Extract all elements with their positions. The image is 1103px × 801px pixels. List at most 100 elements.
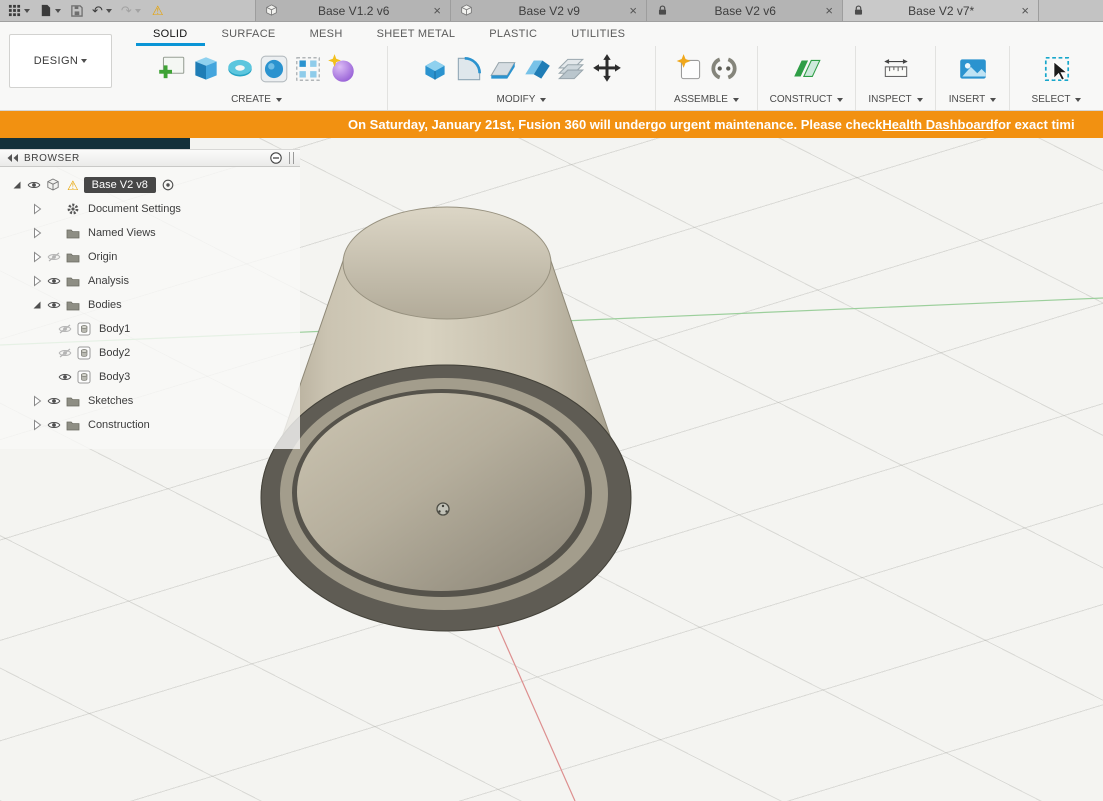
visibility-eye-icon[interactable] xyxy=(27,180,46,190)
insert-image-icon[interactable] xyxy=(957,53,989,85)
create-sketch-icon[interactable] xyxy=(156,53,188,85)
tab-solid[interactable]: SOLID xyxy=(136,22,205,46)
construction-plane-icon[interactable] xyxy=(791,53,823,85)
save-button[interactable] xyxy=(70,4,83,17)
component-cube-icon xyxy=(460,4,473,17)
close-icon[interactable]: × xyxy=(825,4,833,17)
visibility-eye-icon[interactable] xyxy=(58,372,77,382)
group-label-inspect[interactable]: INSPECT xyxy=(856,91,935,108)
split-body-icon[interactable] xyxy=(555,53,587,85)
expand-arrow-icon[interactable] xyxy=(30,250,47,264)
browser-item-label: Bodies xyxy=(88,299,122,311)
select-tool-icon[interactable] xyxy=(1041,53,1073,85)
expand-arrow-icon[interactable] xyxy=(30,298,47,312)
visibility-eye-icon[interactable] xyxy=(47,276,66,286)
browser-root-row[interactable]: ⚠ Base V2 v8 xyxy=(0,173,300,197)
sphere-primitive-icon[interactable] xyxy=(258,53,290,85)
close-icon[interactable]: × xyxy=(433,4,441,17)
browser-item-analysis[interactable]: Analysis xyxy=(0,269,300,293)
box-primitive-icon[interactable] xyxy=(190,53,222,85)
tab-mesh[interactable]: MESH xyxy=(293,22,360,46)
browser-item-bodies[interactable]: Bodies xyxy=(0,293,300,317)
tab-surface[interactable]: SURFACE xyxy=(205,22,293,46)
cylinder-back-cap[interactable] xyxy=(342,206,552,320)
panel-shadow-strip xyxy=(0,138,190,149)
visibility-eye-icon[interactable] xyxy=(47,396,66,406)
browser-item-sketches[interactable]: Sketches xyxy=(0,389,300,413)
group-label-modify[interactable]: MODIFY xyxy=(388,91,655,108)
chevron-down-icon xyxy=(837,97,844,102)
combine-icon[interactable] xyxy=(521,53,553,85)
health-dashboard-link[interactable]: Health Dashboard xyxy=(882,117,993,132)
document-tab[interactable]: Base V2 v9 × xyxy=(451,0,647,21)
fillet-icon[interactable] xyxy=(453,53,485,85)
close-icon[interactable]: × xyxy=(629,4,637,17)
browser-item-body2[interactable]: Body2 xyxy=(0,341,300,365)
undo-icon: ↶ xyxy=(92,3,103,18)
edit-in-place-target-icon[interactable] xyxy=(161,178,175,192)
browser-panel-header[interactable]: BROWSER xyxy=(0,149,300,167)
create-form-icon[interactable] xyxy=(326,53,358,85)
app-menu-button[interactable] xyxy=(8,4,30,17)
expand-arrow-icon[interactable] xyxy=(30,394,47,408)
origin-marker[interactable] xyxy=(436,502,450,516)
browser-item-label: Document Settings xyxy=(88,203,181,215)
group-construct: CONSTRUCT xyxy=(758,46,856,110)
browser-item-document-settings[interactable]: Document Settings xyxy=(0,197,300,221)
visibility-eye-icon[interactable] xyxy=(47,420,66,430)
browser-item-origin[interactable]: Origin xyxy=(0,245,300,269)
group-label-create[interactable]: CREATE xyxy=(126,91,387,108)
redo-button[interactable]: ↷ xyxy=(121,4,141,17)
close-icon[interactable]: × xyxy=(1021,4,1029,17)
expand-arrow-icon[interactable] xyxy=(30,274,47,288)
chevron-down-icon xyxy=(134,8,141,13)
visibility-eye-off-icon[interactable] xyxy=(58,348,77,358)
browser-item-construction[interactable]: Construction xyxy=(0,413,300,437)
minimize-panel-icon[interactable] xyxy=(269,151,283,165)
move-copy-icon[interactable] xyxy=(589,53,625,85)
model-cylinder[interactable] xyxy=(260,206,632,632)
group-label-construct[interactable]: CONSTRUCT xyxy=(758,91,855,108)
press-pull-icon[interactable] xyxy=(419,53,451,85)
group-label-insert[interactable]: INSERT xyxy=(936,91,1009,108)
pattern-icon[interactable] xyxy=(292,53,324,85)
tab-sheet-metal[interactable]: SHEET METAL xyxy=(360,22,473,46)
expand-arrow-icon[interactable] xyxy=(30,226,47,240)
cylinder-interior[interactable] xyxy=(297,393,585,591)
browser-item-body3[interactable]: Body3 xyxy=(0,365,300,389)
file-menu-button[interactable] xyxy=(39,4,61,17)
tab-plastic[interactable]: PLASTIC xyxy=(472,22,554,46)
component-cube-icon xyxy=(265,4,278,17)
titlebar-left-controls: ↶ ↷ ⚠ xyxy=(0,0,255,21)
expand-arrow-icon[interactable] xyxy=(10,178,27,192)
measure-icon[interactable] xyxy=(880,53,912,85)
root-component-name[interactable]: Base V2 v8 xyxy=(83,177,156,193)
shell-icon[interactable] xyxy=(487,53,519,85)
visibility-eye-off-icon[interactable] xyxy=(47,252,66,262)
redo-icon: ↷ xyxy=(120,3,132,18)
browser-item-named-views[interactable]: Named Views xyxy=(0,221,300,245)
expand-arrow-icon[interactable] xyxy=(30,418,47,432)
document-tab[interactable]: Base V1.2 v6 × xyxy=(255,0,451,21)
document-tab-active[interactable]: Base V2 v7* × xyxy=(843,0,1039,21)
panel-resize-grip[interactable] xyxy=(289,152,294,164)
tab-utilities[interactable]: UTILITIES xyxy=(554,22,642,46)
document-tab-label: Base V2 v7* xyxy=(908,3,975,18)
group-label-select[interactable]: SELECT xyxy=(1010,91,1103,108)
torus-primitive-icon[interactable] xyxy=(224,53,256,85)
document-tab-label: Base V2 v9 xyxy=(518,3,580,18)
visibility-eye-off-icon[interactable] xyxy=(58,324,77,334)
document-tab[interactable]: Base V2 v6 × xyxy=(647,0,843,21)
notification-warning-button[interactable]: ⚠ xyxy=(152,4,164,17)
browser-item-body1[interactable]: Body1 xyxy=(0,317,300,341)
visibility-eye-icon[interactable] xyxy=(47,300,66,310)
group-assemble: ASSEMBLE xyxy=(656,46,758,110)
collapse-panel-icon[interactable] xyxy=(6,153,19,163)
group-label-assemble[interactable]: ASSEMBLE xyxy=(656,91,757,108)
undo-button[interactable]: ↶ xyxy=(92,4,112,17)
expand-arrow-icon[interactable] xyxy=(30,202,47,216)
chevron-down-icon xyxy=(55,8,61,13)
workspace-selector[interactable]: DESIGN xyxy=(9,34,112,88)
new-component-icon[interactable] xyxy=(674,53,706,85)
joint-icon[interactable] xyxy=(708,53,740,85)
